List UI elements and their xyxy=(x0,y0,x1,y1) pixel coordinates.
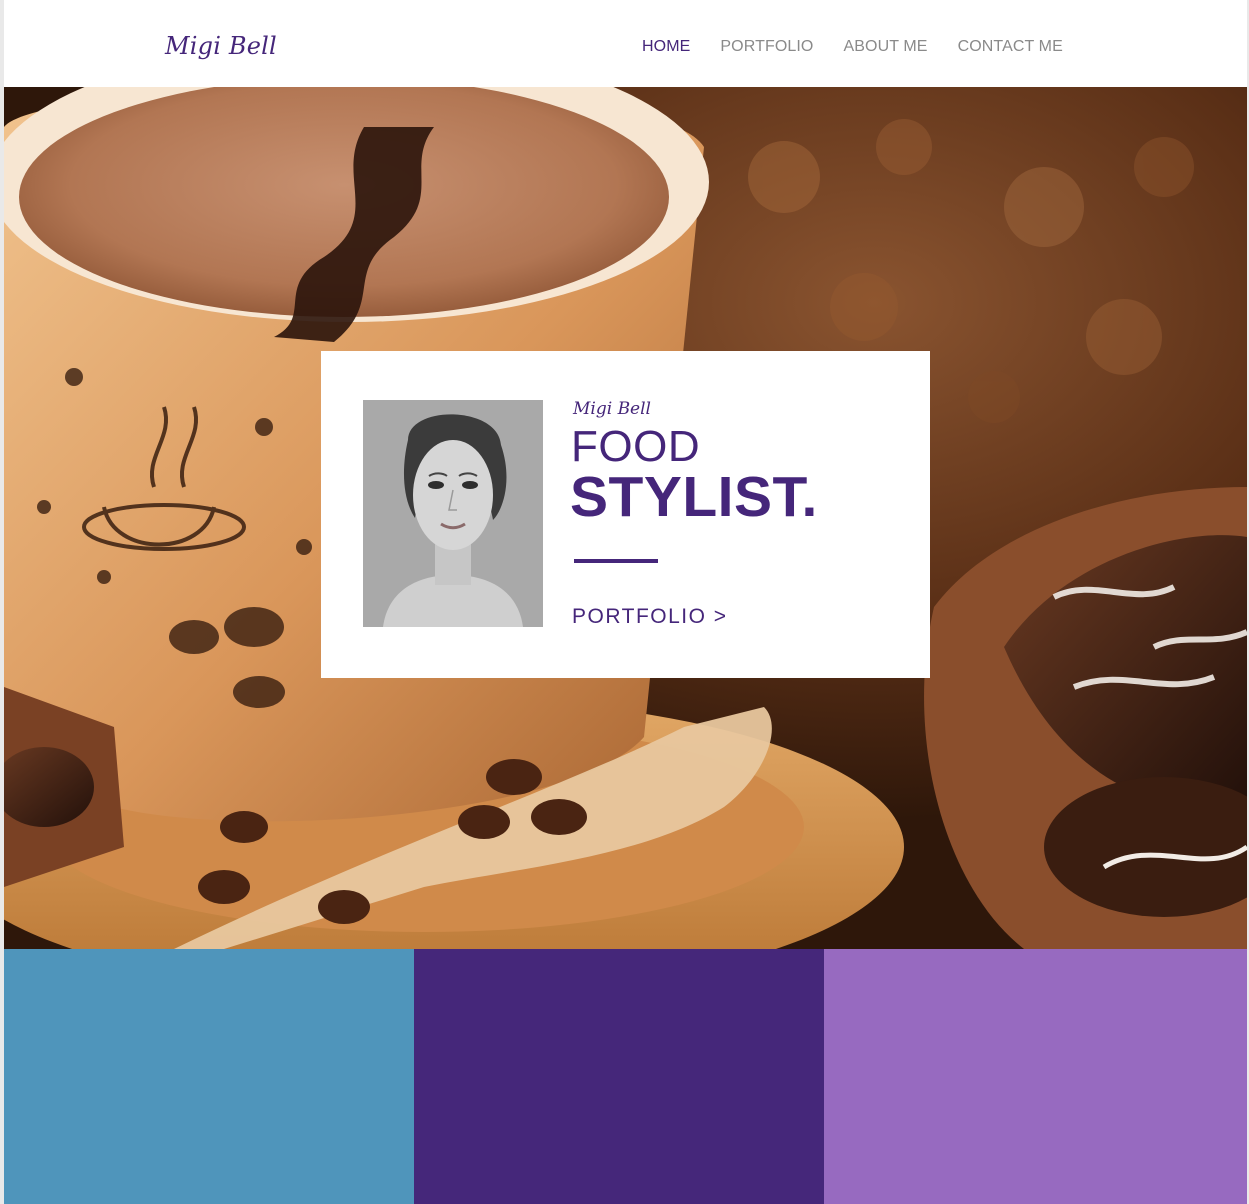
site-header: Migi Bell HOME PORTFOLIO ABOUT ME CONTAC… xyxy=(4,0,1247,87)
hero-section: Migi Bell FOOD STYLIST. PORTFOLIO > xyxy=(4,87,1247,949)
color-block-dark-purple xyxy=(414,949,824,1204)
nav-portfolio[interactable]: PORTFOLIO xyxy=(720,38,813,56)
portfolio-link[interactable]: PORTFOLIO > xyxy=(572,605,728,629)
card-divider xyxy=(574,559,658,563)
portrait-photo xyxy=(363,400,543,627)
intro-card: Migi Bell FOOD STYLIST. PORTFOLIO > xyxy=(321,351,930,678)
nav-home[interactable]: HOME xyxy=(642,38,690,56)
color-blocks xyxy=(4,949,1247,1204)
nav-about-me[interactable]: ABOUT ME xyxy=(843,38,927,56)
main-nav: HOME PORTFOLIO ABOUT ME CONTACT ME xyxy=(642,38,1093,56)
card-title-food: FOOD xyxy=(571,422,701,471)
card-name: Migi Bell xyxy=(573,399,651,419)
site-logo[interactable]: Migi Bell xyxy=(165,32,277,60)
card-title-stylist: STYLIST. xyxy=(570,465,818,529)
color-block-blue xyxy=(4,949,414,1204)
nav-contact-me[interactable]: CONTACT ME xyxy=(958,38,1063,56)
color-block-light-purple xyxy=(824,949,1247,1204)
